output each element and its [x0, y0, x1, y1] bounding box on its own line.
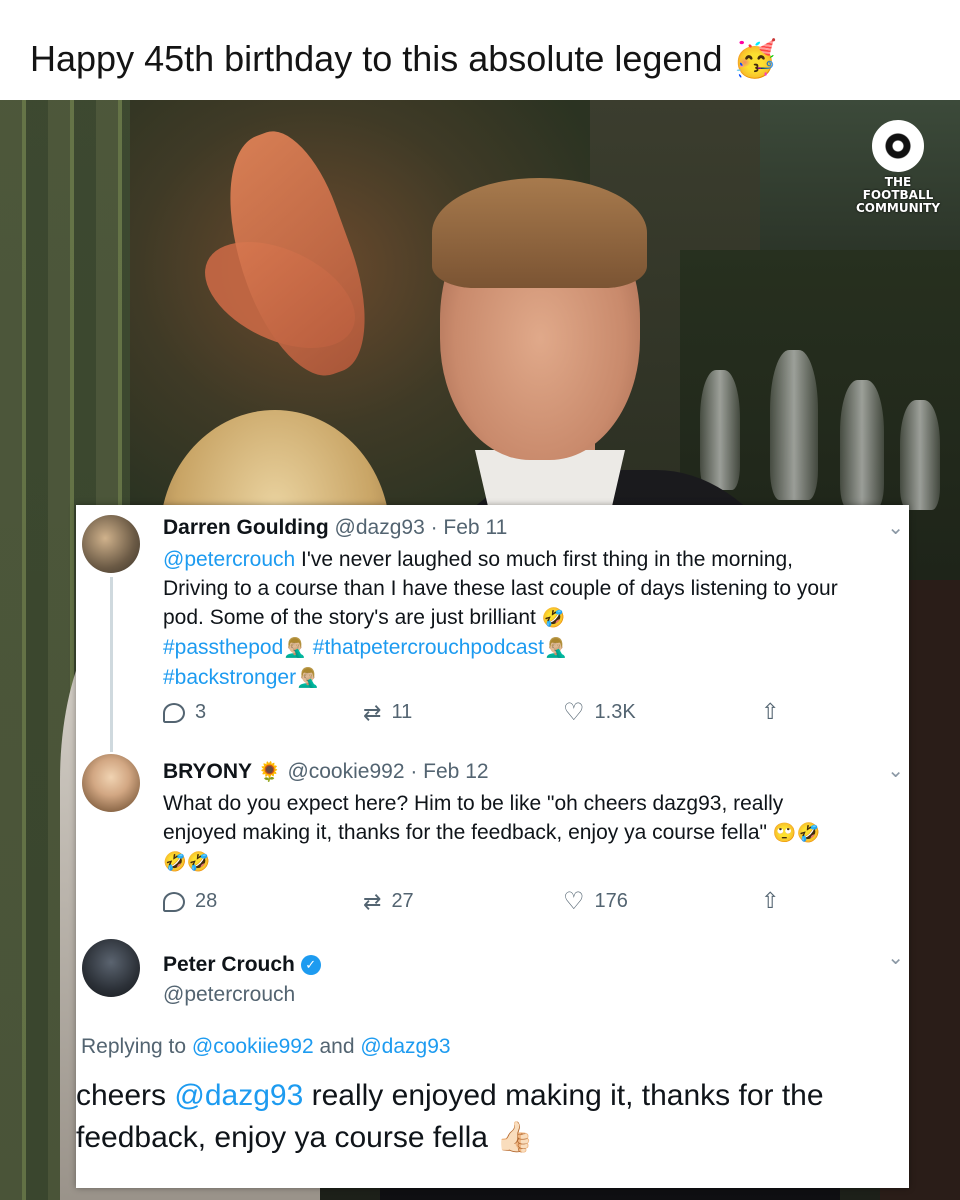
reply-icon — [163, 891, 185, 912]
tweet-header: Peter Crouch ✓ — [163, 953, 321, 977]
post-caption: Happy 45th birthday to this absolute leg… — [0, 0, 960, 100]
replying-prefix: Replying to — [81, 1035, 192, 1058]
tweet-text-line: pod. Some of the story's are just brilli… — [163, 606, 536, 629]
retweet-count: 27 — [391, 890, 414, 912]
verified-badge-icon: ✓ — [300, 955, 321, 976]
tweet-date[interactable]: · Feb 12 — [410, 760, 488, 783]
like-count: 176 — [594, 890, 628, 912]
hashtag-link[interactable]: #thatpetercrouchpodcast — [313, 636, 544, 659]
share-button[interactable]: ⇧ — [761, 701, 779, 723]
user-handle[interactable]: @dazg93 — [335, 516, 425, 539]
tweet-darren: Darren Goulding @dazg93 · Feb 11 ⌄ @pete… — [76, 505, 909, 752]
hashtag-link[interactable]: #backstronger — [163, 666, 296, 689]
caption-text: Happy 45th birthday to this absolute leg… — [30, 38, 777, 80]
user-name[interactable]: BRYONY — [163, 760, 252, 783]
tweet-text: really enjoyed making it, thanks for the — [303, 1079, 824, 1112]
replying-and: and — [313, 1035, 361, 1058]
hashtag-link[interactable]: #passthepod — [163, 636, 283, 659]
sunflower-emoji-icon: 🌻 — [257, 762, 282, 783]
chevron-down-icon[interactable]: ⌄ — [887, 945, 904, 970]
mention-link[interactable]: @cookiie992 — [192, 1035, 314, 1058]
tweet-actions: 28 ⇄ 27 ♡ 176 ⇧ — [163, 887, 783, 920]
like-button[interactable]: ♡ 176 — [563, 887, 628, 915]
facepalm-emoji-icon: 🤦🏼‍♂️ — [296, 668, 320, 689]
retweet-button[interactable]: ⇄ 11 — [363, 701, 412, 724]
share-icon: ⇧ — [761, 888, 780, 913]
like-count: 1.3K — [594, 701, 636, 723]
caption-label: Happy 45th birthday to this absolute leg… — [30, 38, 723, 79]
tweet-thread-screenshot: Darren Goulding @dazg93 · Feb 11 ⌄ @pete… — [76, 505, 909, 1188]
reply-count: 28 — [195, 890, 218, 912]
tweet-text-line: Driving to a course than I have these la… — [163, 577, 838, 600]
reply-button[interactable]: 3 — [163, 701, 206, 724]
chevron-down-icon[interactable]: ⌄ — [887, 758, 904, 783]
rofl-emoji-icon: 🤣 — [541, 608, 566, 629]
reply-count: 3 — [195, 701, 207, 723]
share-button[interactable]: ⇧ — [761, 890, 779, 912]
replying-to: Replying to @cookiie992 and @dazg93 — [81, 1035, 451, 1059]
avatar[interactable] — [82, 515, 140, 573]
tweet-body: @petercrouch I've never laughed so much … — [163, 545, 838, 693]
reply-icon — [163, 702, 185, 723]
thumbs-up-emoji-icon: 👍🏻 — [496, 1121, 534, 1154]
eyeroll-rofl-emoji-icon: 🙄🤣 — [772, 823, 821, 844]
thread-line — [110, 577, 113, 752]
retweet-icon: ⇄ — [363, 888, 382, 914]
retweet-icon: ⇄ — [363, 699, 382, 725]
reply-button[interactable]: 28 — [163, 890, 217, 913]
logo-line1: THE FOOTBALL — [862, 175, 934, 202]
user-name[interactable]: Darren Goulding — [163, 516, 329, 539]
logo-line2: COMMUNITY — [855, 201, 941, 215]
tweet-actions: 3 ⇄ 11 ♡ 1.3K ⇧ — [163, 698, 783, 731]
like-button[interactable]: ♡ 1.3K — [563, 698, 636, 726]
tweet-bryony: BRYONY 🌻 @cookie992 · Feb 12 ⌄ What do y… — [76, 750, 909, 935]
user-handle[interactable]: @petercrouch — [163, 983, 295, 1007]
tweet-date[interactable]: · Feb 11 — [431, 516, 508, 539]
heart-icon: ♡ — [563, 887, 585, 915]
tweet-text-line: I've never laughed so much first thing i… — [295, 548, 793, 571]
football-icon — [872, 120, 924, 172]
user-handle[interactable]: @cookie992 — [287, 760, 404, 783]
mention-link[interactable]: @dazg93 — [360, 1035, 450, 1058]
mention-link[interactable]: @dazg93 — [174, 1079, 303, 1112]
heart-icon: ♡ — [563, 698, 585, 726]
tweet-body: cheers @dazg93 really enjoyed making it,… — [76, 1075, 824, 1159]
mention-link[interactable]: @petercrouch — [163, 548, 295, 571]
tweet-header: BRYONY 🌻 @cookie992 · Feb 12 — [163, 760, 489, 784]
tweet-peter-crouch: Peter Crouch ✓ ⌄ @petercrouch Replying t… — [76, 935, 909, 1188]
rofl-emoji-icon: 🤣🤣 — [163, 852, 211, 873]
avatar[interactable] — [82, 939, 140, 997]
tweet-text-line: enjoyed making it, thanks for the feedba… — [163, 821, 767, 844]
facepalm-emoji-icon: 🤦🏼‍♂️ — [283, 638, 307, 659]
user-name[interactable]: Peter Crouch — [163, 953, 295, 976]
chevron-down-icon[interactable]: ⌄ — [887, 515, 904, 540]
tweet-header: Darren Goulding @dazg93 · Feb 11 — [163, 516, 507, 540]
football-community-logo: THE FOOTBALL COMMUNITY — [852, 120, 944, 220]
share-icon: ⇧ — [761, 699, 780, 724]
party-face-emoji-icon: 🥳 — [732, 38, 778, 79]
retweet-button[interactable]: ⇄ 27 — [363, 890, 414, 913]
tweet-text: feedback, enjoy ya course fella — [76, 1121, 488, 1154]
tweet-body: What do you expect here? Him to be like … — [163, 789, 820, 877]
retweet-count: 11 — [391, 701, 413, 723]
man-hair — [432, 178, 647, 288]
facepalm-emoji-icon: 🤦🏼‍♂️ — [543, 638, 568, 659]
avatar[interactable] — [82, 754, 140, 812]
tweet-text-line: What do you expect here? Him to be like … — [163, 792, 784, 815]
tweet-text: cheers — [76, 1079, 175, 1112]
